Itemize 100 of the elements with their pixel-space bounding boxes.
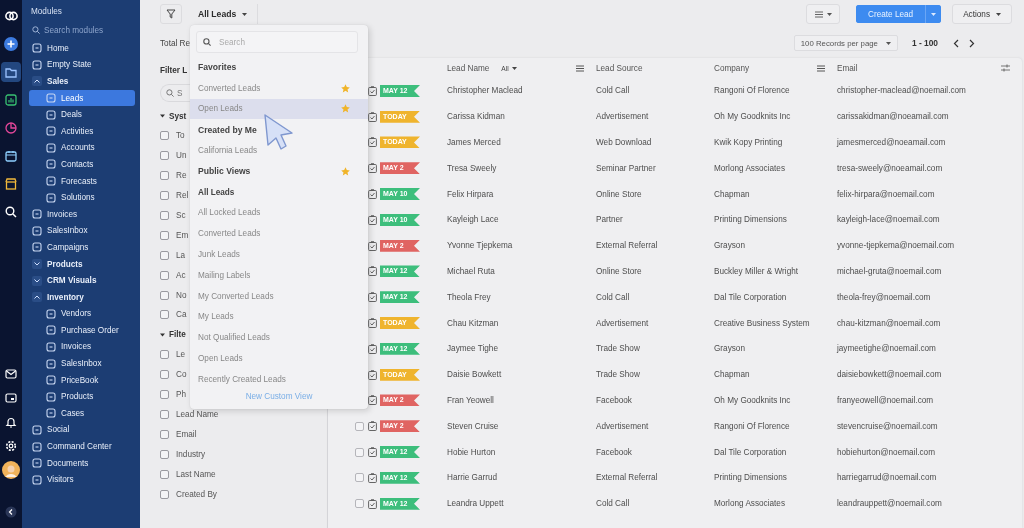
star-icon[interactable]	[341, 104, 350, 114]
checkbox[interactable]	[160, 151, 169, 161]
logo-icon[interactable]	[3, 10, 19, 22]
sidebar-item[interactable]: Invoices	[29, 205, 135, 223]
sidebar-item[interactable]: Products	[29, 255, 135, 273]
sidebar-item[interactable]: SalesInbox	[29, 355, 135, 372]
bar-chart-icon[interactable]	[5, 94, 17, 106]
column-settings-icon[interactable]	[1001, 64, 1010, 72]
checkbox[interactable]	[160, 489, 169, 499]
checkbox[interactable]	[160, 370, 169, 380]
column-menu-icon[interactable]	[576, 64, 584, 72]
dropdown-button[interactable]	[925, 5, 942, 23]
actions-button[interactable]: Actions	[952, 4, 1012, 24]
lead-name-link[interactable]: Michael Ruta	[447, 266, 495, 276]
lead-name-link[interactable]: Daisie Bowkett	[447, 370, 502, 380]
collapse-icon[interactable]	[5, 506, 17, 518]
sidebar-item[interactable]: PriceBook	[29, 371, 135, 389]
sidebar-item[interactable]: Inventory	[29, 288, 135, 306]
column-menu-icon[interactable]	[817, 64, 825, 72]
sidebar-item[interactable]: Purchase Order	[29, 322, 135, 339]
search-icon[interactable]	[5, 206, 17, 218]
sidebar-item[interactable]: Visitors	[29, 471, 135, 489]
sidebar-item[interactable]: Products	[29, 388, 135, 406]
lead-name-link[interactable]: Christopher Maclead	[447, 86, 523, 96]
column-header[interactable]: Lead Source	[596, 63, 643, 73]
row-checkbox[interactable]	[355, 421, 364, 431]
lead-name-link[interactable]: Steven Cruise	[447, 421, 499, 431]
column-header[interactable]: Email	[837, 63, 858, 73]
calendar-icon[interactable]	[5, 150, 17, 162]
view-dropdown[interactable]: All Leads	[188, 4, 259, 24]
notification-bell-icon[interactable]	[5, 416, 17, 428]
checkbox[interactable]	[160, 191, 169, 201]
sidebar-item[interactable]: Cases	[29, 405, 135, 422]
checkbox[interactable]	[160, 131, 169, 141]
add-icon[interactable]	[4, 37, 18, 51]
view-mode-button[interactable]	[806, 4, 841, 24]
checkbox[interactable]	[160, 410, 169, 419]
sidebar-item[interactable]: Forecasts	[29, 172, 135, 190]
row-checkbox[interactable]	[355, 473, 364, 483]
filter-button[interactable]	[160, 4, 182, 24]
checkbox[interactable]	[160, 350, 169, 360]
sidebar-item[interactable]: Home	[29, 40, 135, 57]
lead-name-link[interactable]: Fran Yeowell	[447, 395, 494, 405]
lead-name-link[interactable]: Yvonne Tjepkema	[447, 241, 513, 251]
sidebar-item[interactable]: Accounts	[29, 139, 135, 157]
view-item[interactable]: All Leads	[190, 181, 368, 203]
sidebar-item[interactable]: Social	[29, 421, 135, 439]
sidebar-item[interactable]: Documents	[29, 454, 135, 472]
lead-name-link[interactable]: Tresa Sweely	[447, 163, 497, 173]
folder-icon[interactable]	[1, 62, 21, 82]
column-header[interactable]: Lead Name	[447, 63, 490, 73]
lead-name-link[interactable]: Harrie Garrud	[447, 473, 498, 483]
settings-icon[interactable]	[5, 440, 17, 452]
checkbox[interactable]	[160, 469, 169, 479]
lead-name-link[interactable]: Chau Kitzman	[447, 318, 499, 328]
search-field[interactable]: Search modules	[44, 25, 134, 35]
search-field[interactable]: Search	[196, 31, 358, 53]
lead-name-link[interactable]: Kayleigh Lace	[447, 215, 499, 225]
sidebar-item[interactable]: Invoices	[29, 338, 135, 356]
caret-icon[interactable]	[160, 332, 165, 337]
sidebar-item[interactable]: Deals	[29, 106, 135, 123]
pie-chart-icon[interactable]	[5, 122, 17, 134]
caret-icon[interactable]	[160, 114, 165, 118]
sidebar-item[interactable]: Command Center	[29, 438, 135, 455]
lead-name-link[interactable]: Hobie Hurton	[447, 447, 496, 457]
checkbox[interactable]	[160, 270, 169, 280]
sidebar-item[interactable]: Campaigns	[29, 239, 135, 256]
sidebar-item[interactable]: Leads	[29, 89, 135, 107]
store-icon[interactable]	[5, 178, 17, 190]
sidebar-item[interactable]: Activities	[29, 122, 135, 140]
checkbox[interactable]	[160, 390, 169, 400]
checkbox[interactable]	[160, 211, 169, 220]
card-icon[interactable]	[5, 392, 17, 404]
sidebar-item[interactable]: Contacts	[29, 156, 135, 173]
avatar-icon[interactable]	[2, 461, 20, 479]
sidebar-item[interactable]: CRM Visuals	[29, 272, 135, 289]
lead-name-link[interactable]: Felix Hirpara	[447, 189, 494, 199]
lead-name-link[interactable]: Leandra Uppett	[447, 499, 504, 509]
row-checkbox[interactable]	[355, 447, 364, 457]
column-header[interactable]: Company	[714, 63, 750, 73]
checkbox[interactable]	[160, 429, 169, 439]
lead-name-link[interactable]: Jaymee Tighe	[447, 344, 498, 354]
sidebar-item[interactable]: Empty State	[29, 56, 135, 74]
star-icon[interactable]	[341, 83, 350, 93]
lead-name-link[interactable]: Carissa Kidman	[447, 112, 505, 122]
checkbox[interactable]	[160, 250, 169, 260]
lead-name-link[interactable]: Theola Frey	[447, 292, 491, 302]
checkbox[interactable]	[160, 449, 169, 459]
mail-icon[interactable]	[5, 368, 17, 380]
sidebar-item[interactable]: Vendors	[29, 305, 135, 323]
sidebar-item[interactable]: Sales	[29, 73, 135, 90]
sidebar-item[interactable]: Solutions	[29, 189, 135, 206]
star-icon[interactable]	[341, 166, 350, 176]
checkbox[interactable]	[160, 171, 169, 181]
checkbox[interactable]	[160, 310, 169, 320]
sidebar-item[interactable]: SalesInbox	[29, 222, 135, 240]
checkbox[interactable]	[160, 230, 169, 240]
row-checkbox[interactable]	[355, 499, 364, 509]
checkbox[interactable]	[160, 290, 169, 300]
lead-name-link[interactable]: James Merced	[447, 138, 501, 147]
